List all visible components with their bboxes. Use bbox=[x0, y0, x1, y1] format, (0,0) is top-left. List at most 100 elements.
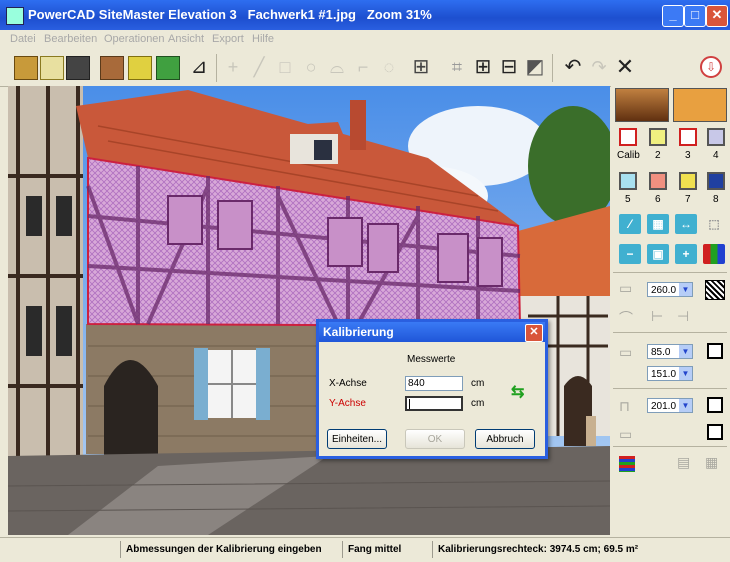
ok-button[interactable]: OK bbox=[405, 429, 465, 449]
door-color-box[interactable] bbox=[707, 397, 723, 413]
open-icon[interactable] bbox=[14, 56, 38, 80]
wall-height-spinner[interactable]: 260.0 ▼ bbox=[647, 282, 693, 297]
maximize-button[interactable]: □ bbox=[684, 5, 706, 27]
arc-icon[interactable]: ⌓ bbox=[326, 56, 348, 78]
swatch-label: 5 bbox=[625, 194, 631, 205]
hatch-pattern-icon[interactable] bbox=[705, 280, 725, 300]
3d-cube-icon[interactable]: ⬚ bbox=[703, 214, 725, 234]
snap-point-icon[interactable]: ⁄ bbox=[619, 214, 641, 234]
window-height-spinner[interactable]: 151.0 ▼ bbox=[647, 366, 693, 381]
color-swatch-5[interactable] bbox=[619, 172, 637, 190]
window-color-box[interactable] bbox=[707, 343, 723, 359]
spinner-value: 260.0 bbox=[651, 285, 677, 296]
zoom-out-icon[interactable]: − bbox=[619, 244, 641, 264]
status-separator bbox=[432, 541, 433, 558]
palette-separator bbox=[613, 446, 727, 447]
app-icon bbox=[6, 7, 24, 25]
freeform-icon[interactable]: ◌ bbox=[378, 56, 400, 78]
zoom-in-icon[interactable]: + bbox=[675, 244, 697, 264]
window-width-spinner[interactable]: 85.0 ▼ bbox=[647, 344, 693, 359]
window-element-icon[interactable]: ⊞ bbox=[472, 56, 494, 78]
circle-icon[interactable]: ○ bbox=[300, 56, 322, 78]
y-axis-label: Y-Achse bbox=[329, 398, 366, 409]
status-separator bbox=[342, 541, 343, 558]
window-size-icon: ▭ bbox=[619, 344, 633, 360]
menu-export[interactable]: Export bbox=[212, 33, 244, 45]
status-snap: Fang mittel bbox=[348, 544, 402, 555]
swap-axes-icon[interactable]: ⇆ bbox=[511, 382, 524, 402]
measure-icon[interactable]: ⊿ bbox=[188, 56, 210, 78]
rectangle-icon[interactable]: □ bbox=[274, 56, 296, 78]
cancel-button[interactable]: Abbruch bbox=[475, 429, 535, 449]
dim-right-icon: ⊣ bbox=[677, 308, 690, 324]
status-calibration-rect: Kalibrierungsrechteck: 3974.5 cm; 69.5 m… bbox=[438, 544, 639, 555]
menu-operationen[interactable]: Operationen bbox=[104, 33, 165, 45]
chevron-down-icon[interactable]: ▼ bbox=[679, 367, 692, 380]
layer-list-icon[interactable] bbox=[619, 456, 635, 472]
line-icon[interactable]: ╱ bbox=[248, 56, 270, 78]
image-icon[interactable] bbox=[100, 56, 124, 80]
snap-distance-icon[interactable]: ↔ bbox=[675, 214, 697, 234]
menu-ansicht[interactable]: Ansicht bbox=[168, 33, 204, 45]
minimize-button[interactable]: _ bbox=[662, 5, 684, 27]
roof-icon: ⌒ bbox=[619, 310, 633, 326]
chevron-down-icon[interactable]: ▼ bbox=[679, 399, 692, 412]
x-axis-input[interactable]: 840 bbox=[405, 376, 463, 391]
color-swatch-3[interactable] bbox=[679, 128, 697, 146]
measurements-heading: Messwerte bbox=[407, 354, 456, 365]
grid-icon[interactable] bbox=[156, 56, 180, 80]
color-swatch-7[interactable] bbox=[679, 172, 697, 190]
spinner-value: 201.0 bbox=[651, 401, 677, 412]
color-swatch-8[interactable] bbox=[707, 172, 725, 190]
color-swatch-4[interactable] bbox=[707, 128, 725, 146]
y-axis-unit: cm bbox=[471, 398, 485, 409]
menu-hilfe[interactable]: Hilfe bbox=[252, 33, 274, 45]
opening-color-box[interactable] bbox=[707, 424, 723, 440]
diagonal-icon[interactable]: ◩ bbox=[524, 56, 546, 78]
color-swatch-calib[interactable] bbox=[619, 128, 637, 146]
calibrate-icon[interactable] bbox=[128, 56, 152, 80]
save-icon[interactable] bbox=[40, 56, 64, 80]
crosshair-icon[interactable]: + bbox=[222, 56, 244, 78]
menu-bar: Datei Bearbeiten Operationen Ansicht Exp… bbox=[0, 30, 730, 48]
swatch-label: 3 bbox=[685, 150, 691, 161]
y-axis-input[interactable] bbox=[405, 396, 463, 411]
door-width-spinner[interactable]: 201.0 ▼ bbox=[647, 398, 693, 413]
undo-icon[interactable]: ↶ bbox=[562, 56, 584, 78]
print-icon[interactable] bbox=[66, 56, 90, 80]
rgb-channels-icon[interactable] bbox=[703, 244, 725, 264]
photo-canvas[interactable] bbox=[8, 86, 610, 535]
dialog-title: Kalibrierung bbox=[323, 325, 394, 339]
help-icon[interactable]: ⇩ bbox=[700, 56, 722, 78]
color-swatch-6[interactable] bbox=[649, 172, 667, 190]
title-bar: PowerCAD SiteMaster Elevation 3 Fachwerk… bbox=[0, 0, 730, 30]
status-separator bbox=[120, 541, 121, 558]
window-title: PowerCAD SiteMaster Elevation 3 Fachwerk… bbox=[28, 7, 432, 22]
delete-icon[interactable]: ✕ bbox=[614, 56, 636, 78]
dimension-icon[interactable]: ⊞ bbox=[410, 56, 432, 78]
close-button[interactable]: ✕ bbox=[706, 5, 728, 27]
snap-grid-icon[interactable]: ▦ bbox=[647, 214, 669, 234]
chevron-down-icon[interactable]: ▼ bbox=[679, 345, 692, 358]
tool-palette: Calib 2 3 4 5 6 7 8 ⁄ ▦ ↔ ⬚ − ▣ + ▭ 260.… bbox=[611, 86, 730, 535]
drawing-mode-icon[interactable] bbox=[673, 88, 727, 122]
color-swatch-2[interactable] bbox=[649, 128, 667, 146]
photo-mode-icon[interactable] bbox=[615, 88, 669, 122]
polygon-icon[interactable]: ⌐ bbox=[352, 56, 374, 78]
zoom-fit-icon[interactable]: ▣ bbox=[647, 244, 669, 264]
units-button[interactable]: Einheiten... bbox=[327, 429, 387, 449]
palette-separator bbox=[613, 388, 727, 389]
toolbar-separator bbox=[216, 54, 217, 82]
export-table-icon[interactable]: ▦ bbox=[705, 454, 718, 471]
report-icon[interactable]: ▤ bbox=[677, 454, 690, 471]
frame-icon[interactable]: ⌗ bbox=[446, 56, 468, 78]
dialog-close-button[interactable]: ✕ bbox=[525, 324, 543, 342]
building-photo bbox=[8, 86, 610, 535]
redo-icon[interactable]: ↷ bbox=[588, 56, 610, 78]
door-element-icon[interactable]: ⊟ bbox=[498, 56, 520, 78]
menu-datei[interactable]: Datei bbox=[10, 33, 36, 45]
status-hint: Abmessungen der Kalibrierung eingeben bbox=[126, 544, 322, 555]
dialog-title-bar: Kalibrierung ✕ bbox=[319, 322, 545, 342]
chevron-down-icon[interactable]: ▼ bbox=[679, 283, 692, 296]
menu-bearbeiten[interactable]: Bearbeiten bbox=[44, 33, 97, 45]
